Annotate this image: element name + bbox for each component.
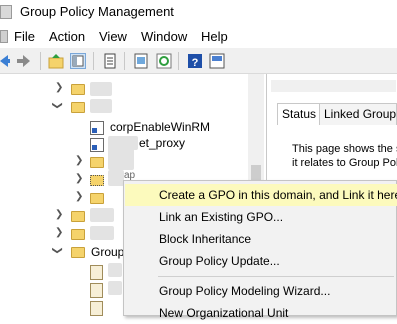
redacted-label xyxy=(108,281,122,295)
toolbar-separator xyxy=(124,52,125,70)
menu-item-block-inheritance[interactable]: Block Inheritance xyxy=(125,228,397,250)
redacted-label xyxy=(90,82,112,96)
menu-item-modeling-wizard[interactable]: Group Policy Modeling Wizard... xyxy=(125,280,397,302)
details-header-bar xyxy=(271,80,396,92)
folder-icon xyxy=(90,193,104,204)
app-icon xyxy=(0,5,12,19)
folder-icon xyxy=(71,102,85,113)
menu-window[interactable]: Window xyxy=(141,29,187,44)
menu-view[interactable]: View xyxy=(99,29,127,44)
gpo-document-icon xyxy=(90,301,103,316)
menu-file[interactable]: File xyxy=(14,29,35,44)
help-icon[interactable]: ? xyxy=(187,53,203,69)
menu-item-new-ou[interactable]: New Organizational Unit xyxy=(125,302,397,324)
chevron-right-icon[interactable]: ❯ xyxy=(55,82,63,93)
folder-icon xyxy=(71,229,85,240)
redacted-label xyxy=(90,226,114,240)
folder-icon xyxy=(90,157,104,168)
refresh-icon[interactable] xyxy=(156,53,172,69)
gpo-document-icon xyxy=(90,265,103,280)
details-text-line-2: it relates to Group Polic xyxy=(292,157,397,169)
tab-linked-group-policy[interactable]: Linked Group P xyxy=(319,103,397,125)
redacted-label xyxy=(108,140,134,170)
toolbar-separator xyxy=(178,52,179,70)
chevron-right-icon[interactable]: ❯ xyxy=(55,227,63,238)
gpo-link-icon xyxy=(90,138,104,152)
system-menu-icon[interactable] xyxy=(0,30,8,43)
window-title: Group Policy Management xyxy=(20,4,174,19)
redacted-label xyxy=(90,99,112,113)
title-bar: Group Policy Management xyxy=(0,0,397,24)
menu-action[interactable]: Action xyxy=(49,29,85,44)
show-hide-tree-icon[interactable] xyxy=(70,53,86,69)
back-arrow-icon[interactable] xyxy=(0,53,10,69)
redacted-label xyxy=(108,170,124,186)
toolbar-separator xyxy=(93,52,94,70)
menu-item-group-policy-update[interactable]: Group Policy Update... xyxy=(125,250,397,272)
chevron-right-icon[interactable]: ❯ xyxy=(75,191,83,202)
chevron-right-icon[interactable]: ❯ xyxy=(75,155,83,166)
export-list-icon[interactable] xyxy=(133,53,149,69)
redacted-label xyxy=(108,263,122,277)
chevron-right-icon[interactable]: ❯ xyxy=(75,173,83,184)
gpo-link-icon xyxy=(90,121,104,135)
folder-icon xyxy=(71,247,85,258)
folder-icon xyxy=(71,211,85,222)
folder-icon xyxy=(71,84,85,95)
redacted-label xyxy=(90,208,114,222)
chevron-down-icon[interactable]: ❯ xyxy=(52,246,63,254)
menu-item-link-existing-gpo[interactable]: Link an Existing GPO... xyxy=(125,206,397,228)
up-folder-icon[interactable] xyxy=(48,53,64,69)
chevron-down-icon[interactable]: ❯ xyxy=(52,101,63,109)
svg-text:?: ? xyxy=(192,57,199,69)
properties-icon[interactable] xyxy=(102,53,118,69)
toolbar-separator xyxy=(40,52,41,70)
tree-item-corpenablewinrm[interactable]: corpEnableWinRM xyxy=(110,120,210,134)
tree-item-proxy[interactable]: et_proxy xyxy=(139,136,185,150)
menu-bar: File Action View Window Help xyxy=(0,24,397,48)
tab-status[interactable]: Status xyxy=(277,103,322,125)
details-text-line-1: This page shows the s xyxy=(292,143,397,155)
folder-icon xyxy=(90,175,104,186)
tree-item-group[interactable]: Group xyxy=(91,245,124,259)
context-menu: Create a GPO in this domain, and Link it… xyxy=(123,180,397,320)
menu-help[interactable]: Help xyxy=(201,29,228,44)
menu-item-create-gpo[interactable]: Create a GPO in this domain, and Link it… xyxy=(125,184,397,206)
forward-arrow-icon[interactable] xyxy=(16,53,32,69)
console-icon[interactable] xyxy=(209,53,225,69)
chevron-right-icon[interactable]: ❯ xyxy=(55,209,63,220)
menu-separator xyxy=(158,276,394,277)
toolbar: ? xyxy=(0,48,397,74)
gpo-document-icon xyxy=(90,283,103,298)
